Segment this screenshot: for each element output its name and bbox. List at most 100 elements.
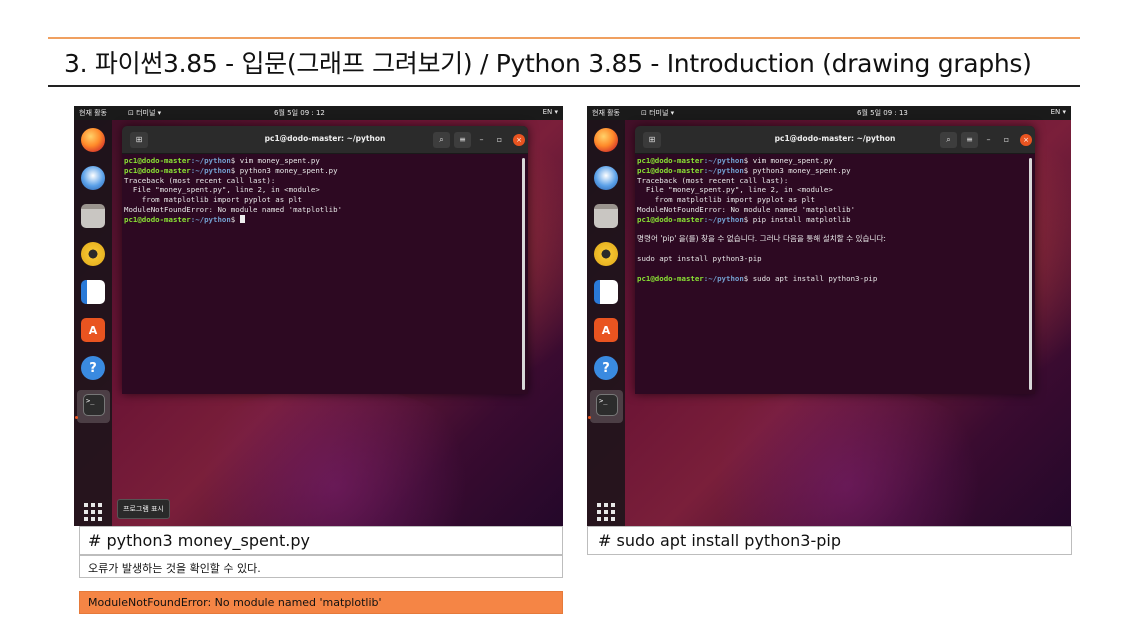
slide-title: 3. 파이썬3.85 - 입문(그래프 그려보기) / Python 3.85 … bbox=[64, 49, 1032, 78]
firefox-icon[interactable] bbox=[81, 128, 105, 152]
terminal-scrollbar[interactable] bbox=[522, 158, 525, 390]
terminal-header-bar[interactable]: ⊞ pc1@dodo-master: ~/python ⌕ ≡ – ▫ × bbox=[122, 126, 528, 154]
terminal-line: pc1@dodo-master:~/python$ python3 money_… bbox=[637, 166, 1025, 176]
running-indicator bbox=[75, 416, 78, 419]
prompt-user: pc1@dodo-master bbox=[637, 165, 704, 175]
command-text: $ vim money_spent.py bbox=[230, 156, 320, 165]
minimize-icon[interactable]: – bbox=[980, 132, 997, 148]
help-icon[interactable]: ? bbox=[594, 356, 618, 380]
terminal-window[interactable]: ⊞ pc1@dodo-master: ~/python ⌕ ≡ – ▫ × pc… bbox=[635, 126, 1035, 394]
prompt-path: :~/python bbox=[190, 165, 231, 175]
terminal-header-bar[interactable]: ⊞ pc1@dodo-master: ~/python ⌕ ≡ – ▫ × bbox=[635, 126, 1035, 154]
activities-button[interactable]: 현재 활동 bbox=[79, 108, 107, 118]
running-indicator bbox=[588, 416, 591, 419]
close-icon[interactable]: × bbox=[513, 134, 525, 146]
rhythmbox-icon[interactable] bbox=[594, 242, 618, 266]
prompt-path: :~/python bbox=[190, 156, 231, 165]
libreoffice-writer-icon[interactable] bbox=[594, 280, 618, 304]
terminal-line: pc1@dodo-master:~/python$ pip install ma… bbox=[637, 215, 1025, 225]
rhythmbox-icon[interactable] bbox=[81, 242, 105, 266]
terminal-line: pc1@dodo-master:~/python$ python3 money_… bbox=[124, 166, 518, 176]
prompt-user: pc1@dodo-master bbox=[124, 165, 191, 175]
help-icon[interactable]: ? bbox=[81, 356, 105, 380]
top-accent-rule bbox=[48, 37, 1080, 39]
terminal-icon[interactable]: >_ bbox=[83, 394, 105, 416]
terminal-line: sudo apt install python3-pip bbox=[637, 253, 762, 263]
search-icon[interactable]: ⌕ bbox=[940, 132, 957, 148]
terminal-line: from matplotlib import pyplot as plt bbox=[637, 195, 815, 205]
clock[interactable]: 6월 5일 09 : 13 bbox=[857, 108, 908, 118]
wallpaper-shade bbox=[174, 386, 494, 526]
ubuntu-top-bar: 현재 활동 ⊡ 터미널 ▾ 6월 5일 09 : 13 EN ▾ bbox=[587, 106, 1071, 120]
software-center-icon[interactable]: A bbox=[81, 318, 105, 342]
prompt-path: :~/python bbox=[703, 156, 744, 165]
terminal-output[interactable]: pc1@dodo-master:~/python$ vim money_spen… bbox=[124, 156, 518, 394]
dock: A ? >_ bbox=[587, 120, 625, 526]
command-text: $ sudo apt install python3-pip bbox=[743, 273, 878, 283]
caption-command: # sudo apt install python3-pip bbox=[587, 526, 1072, 555]
terminal-line: from matplotlib import pyplot as plt bbox=[124, 195, 302, 205]
show-applications-tooltip: 프로그램 표시 bbox=[117, 499, 170, 519]
firefox-icon[interactable] bbox=[594, 128, 618, 152]
prompt-path: :~/python bbox=[703, 214, 744, 224]
libreoffice-writer-icon[interactable] bbox=[81, 280, 105, 304]
caption-note: 오류가 발생하는 것을 확인할 수 있다. bbox=[79, 555, 563, 578]
terminal-app-menu[interactable]: ⊡ 터미널 ▾ bbox=[641, 108, 674, 118]
screenshot-1: 현재 활동 ⊡ 터미널 ▾ 6월 5일 09 : 12 EN ▾ A ? >_ … bbox=[74, 106, 563, 526]
prompt-path: :~/python bbox=[703, 165, 744, 175]
terminal-icon[interactable]: >_ bbox=[596, 394, 618, 416]
terminal-line: Traceback (most recent call last): bbox=[637, 175, 789, 185]
command-text: $ pip install matplotlib bbox=[743, 214, 851, 224]
terminal-line: pc1@dodo-master:~/python$ vim money_spen… bbox=[124, 156, 518, 166]
caption-error: ModuleNotFoundError: No module named 'ma… bbox=[79, 591, 563, 614]
title-underline bbox=[48, 85, 1080, 87]
minimize-icon[interactable]: – bbox=[473, 132, 490, 148]
command-text: $ python3 money_spent.py bbox=[743, 165, 851, 175]
text-cursor bbox=[239, 214, 245, 223]
prompt-path: :~/python bbox=[190, 214, 231, 224]
prompt-user: pc1@dodo-master bbox=[637, 214, 704, 224]
terminal-line: ModuleNotFoundError: No module named 'ma… bbox=[637, 204, 856, 214]
show-applications-icon[interactable] bbox=[597, 503, 615, 521]
prompt-user: pc1@dodo-master bbox=[124, 156, 191, 165]
software-center-icon[interactable]: A bbox=[594, 318, 618, 342]
terminal-line: Traceback (most recent call last): bbox=[124, 175, 276, 185]
terminal-line: ModuleNotFoundError: No module named 'ma… bbox=[124, 204, 343, 214]
wallpaper-shade bbox=[687, 386, 1007, 526]
hamburger-menu-icon[interactable]: ≡ bbox=[454, 132, 471, 148]
maximize-icon[interactable]: ▫ bbox=[998, 132, 1015, 148]
command-text: $ bbox=[230, 214, 240, 224]
command-text: $ python3 money_spent.py bbox=[230, 165, 338, 175]
terminal-window[interactable]: ⊞ pc1@dodo-master: ~/python ⌕ ≡ – ▫ × pc… bbox=[122, 126, 528, 394]
terminal-scrollbar[interactable] bbox=[1029, 158, 1032, 390]
prompt-user: pc1@dodo-master bbox=[637, 156, 704, 165]
activities-button[interactable]: 현재 활동 bbox=[592, 108, 620, 118]
terminal-app-menu[interactable]: ⊡ 터미널 ▾ bbox=[128, 108, 161, 118]
files-icon[interactable] bbox=[594, 204, 618, 228]
maximize-icon[interactable]: ▫ bbox=[491, 132, 508, 148]
hamburger-menu-icon[interactable]: ≡ bbox=[961, 132, 978, 148]
thunderbird-icon[interactable] bbox=[594, 166, 618, 190]
close-icon[interactable]: × bbox=[1020, 134, 1032, 146]
show-applications-icon[interactable] bbox=[84, 503, 102, 521]
files-icon[interactable] bbox=[81, 204, 105, 228]
terminal-output[interactable]: pc1@dodo-master:~/python$ vim money_spen… bbox=[637, 156, 1025, 394]
dock: A ? >_ bbox=[74, 120, 112, 526]
prompt-user: pc1@dodo-master bbox=[637, 273, 704, 283]
clock[interactable]: 6월 5일 09 : 12 bbox=[274, 108, 325, 118]
terminal-line: File "money_spent.py", line 2, in <modul… bbox=[637, 185, 833, 195]
input-language-menu[interactable]: EN ▾ bbox=[543, 108, 558, 116]
terminal-line: 명령어 'pip' 을(를) 찾을 수 없습니다. 그러나 다음을 통해 설치할… bbox=[637, 234, 886, 244]
command-text: $ vim money_spent.py bbox=[743, 156, 833, 165]
search-icon[interactable]: ⌕ bbox=[433, 132, 450, 148]
terminal-line: pc1@dodo-master:~/python$ bbox=[124, 214, 518, 225]
terminal-line: File "money_spent.py", line 2, in <modul… bbox=[124, 185, 320, 195]
terminal-line: pc1@dodo-master:~/python$ sudo apt insta… bbox=[637, 274, 1025, 284]
thunderbird-icon[interactable] bbox=[81, 166, 105, 190]
terminal-line: pc1@dodo-master:~/python$ vim money_spen… bbox=[637, 156, 1025, 166]
caption-command: # python3 money_spent.py bbox=[79, 526, 563, 555]
input-language-menu[interactable]: EN ▾ bbox=[1051, 108, 1066, 116]
